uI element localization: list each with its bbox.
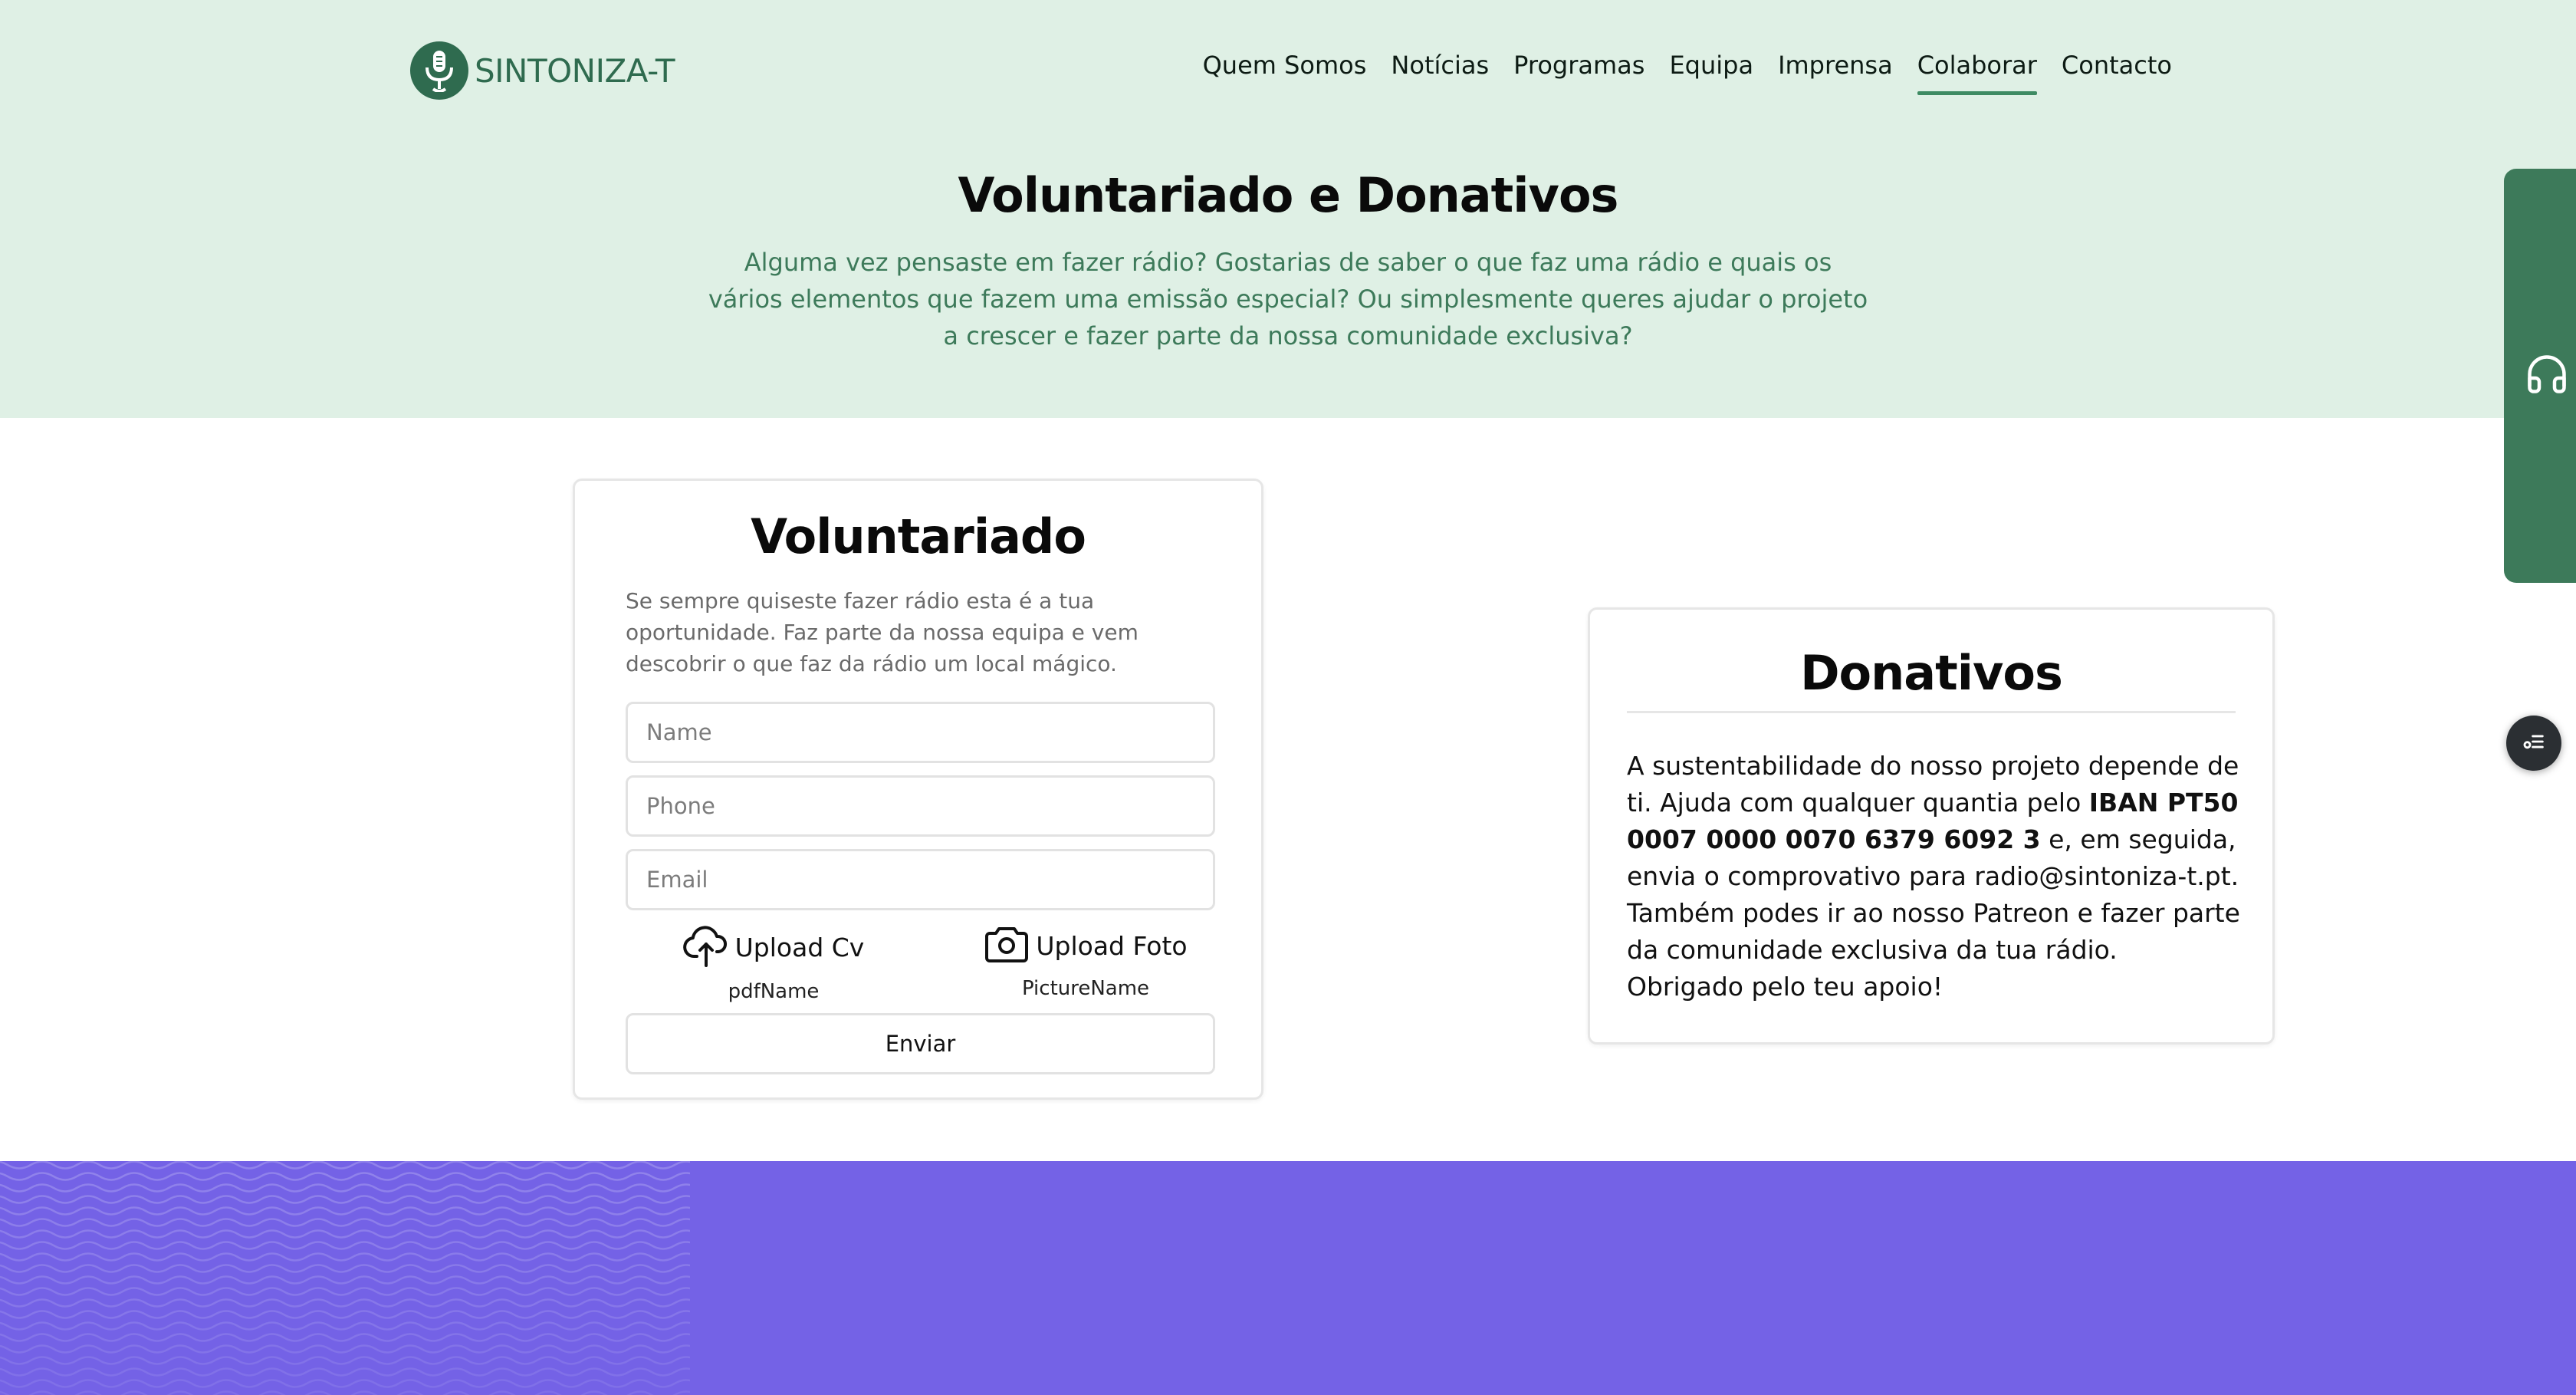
wave-pattern xyxy=(0,1161,690,1395)
footer-section xyxy=(0,1161,2576,1395)
divider xyxy=(1627,711,2236,713)
wave-line xyxy=(0,1252,690,1262)
wave-line xyxy=(0,1275,690,1285)
wave-line xyxy=(0,1195,690,1204)
upload-cv-label: Upload Cv xyxy=(734,933,865,962)
wave-line xyxy=(0,1310,690,1319)
wave-line xyxy=(0,1229,690,1239)
hero-section: SINTONIZA-T Quem Somos Notícias Programa… xyxy=(0,0,2576,418)
headphones-icon xyxy=(2524,351,2570,401)
photo-filename: PictureName xyxy=(1021,977,1150,1000)
thanks-text: Obrigado pelo teu apoio! xyxy=(1627,972,1944,1002)
wave-line xyxy=(0,1321,690,1331)
wave-line xyxy=(0,1161,690,1170)
wave-line xyxy=(0,1287,690,1296)
camera-icon xyxy=(984,924,1030,968)
wave-line xyxy=(0,1241,690,1250)
submit-button[interactable]: Enviar xyxy=(626,1013,1215,1074)
nav-item-contacto[interactable]: Contacto xyxy=(2062,51,2172,95)
wave-line xyxy=(0,1264,690,1273)
donations-title: Donativos xyxy=(1800,645,2063,701)
radio-player-tab[interactable] xyxy=(2504,169,2576,583)
nav-item-equipa[interactable]: Equipa xyxy=(1669,51,1753,95)
upload-cv-button[interactable]: Upload Cv pdfName xyxy=(678,924,869,1003)
upload-photo-label: Upload Foto xyxy=(1036,931,1188,961)
floating-menu-button[interactable] xyxy=(2506,716,2561,771)
donations-card: Donativos A sustentabilidade do nosso pr… xyxy=(1588,607,2275,1045)
nav-item-imprensa[interactable]: Imprensa xyxy=(1778,51,1893,95)
nav-item-noticias[interactable]: Notícias xyxy=(1391,51,1489,95)
page-subtitle: Alguma vez pensaste em fazer rádio? Gost… xyxy=(708,248,1868,350)
name-field[interactable] xyxy=(626,702,1215,763)
wave-line xyxy=(0,1356,690,1365)
wave-line xyxy=(0,1183,690,1193)
main-nav: Quem Somos Notícias Programas Equipa Imp… xyxy=(1178,51,2172,95)
email-field[interactable] xyxy=(626,849,1215,910)
wave-line xyxy=(0,1344,690,1354)
wave-line xyxy=(0,1172,690,1181)
cloud-upload-icon xyxy=(682,924,729,971)
upload-photo-button[interactable]: Upload Foto PictureName xyxy=(978,924,1193,1000)
wave-line xyxy=(0,1206,690,1216)
cv-filename: pdfName xyxy=(728,980,820,1003)
nav-item-programas[interactable]: Programas xyxy=(1513,51,1644,95)
wave-line xyxy=(0,1298,690,1308)
microphone-icon xyxy=(410,41,468,100)
nav-item-quem-somos[interactable]: Quem Somos xyxy=(1203,51,1367,95)
volunteer-card: Voluntariado Se sempre quiseste fazer rá… xyxy=(573,479,1263,1100)
brand-logo[interactable]: SINTONIZA-T xyxy=(410,41,675,100)
filter-list-icon xyxy=(2521,729,2547,758)
wave-line xyxy=(0,1218,690,1227)
volunteer-description: Se sempre quiseste fazer rádio esta é a … xyxy=(626,588,1138,676)
wave-line xyxy=(0,1390,690,1395)
donations-text: A sustentabilidade do nosso projeto depe… xyxy=(1627,748,2240,1005)
wave-line xyxy=(0,1379,690,1388)
volunteer-title: Voluntariado xyxy=(751,508,1086,564)
brand-name: SINTONIZA-T xyxy=(475,51,675,90)
nav-item-colaborar[interactable]: Colaborar xyxy=(1917,51,2038,95)
wave-line xyxy=(0,1333,690,1342)
wave-line xyxy=(0,1367,690,1377)
page-title: Voluntariado e Donativos xyxy=(958,167,1619,223)
phone-field[interactable] xyxy=(626,775,1215,837)
patreon-text: Também podes ir ao nosso Patreon e fazer… xyxy=(1627,898,2240,965)
